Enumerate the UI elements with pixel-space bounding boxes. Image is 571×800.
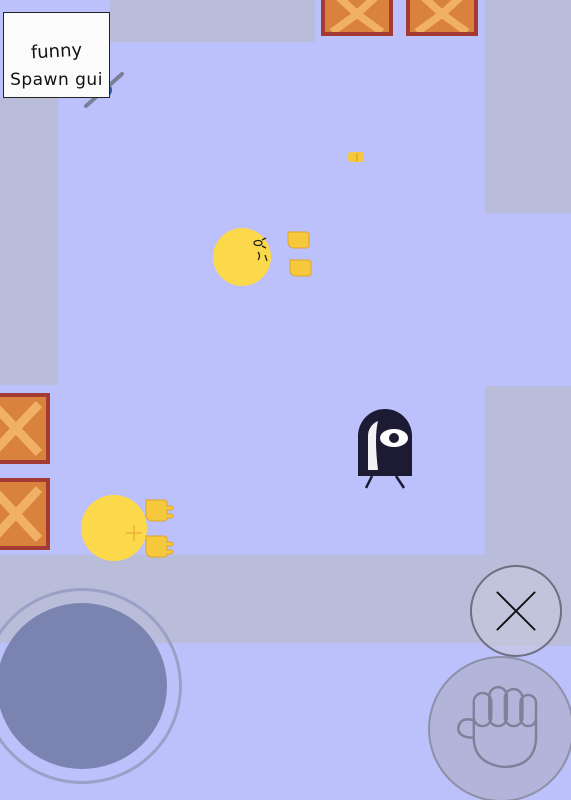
crate <box>321 0 393 36</box>
game-viewport: funny Spawn gui <box>0 0 571 800</box>
crate <box>406 0 478 36</box>
npc-hand <box>287 231 312 277</box>
ghost-enemy <box>358 409 412 489</box>
player-hand <box>145 499 174 558</box>
npc-character <box>213 228 312 286</box>
wall-left-upper <box>0 98 58 385</box>
spawn-gui-line2: Spawn gui <box>10 70 103 90</box>
wall-right-upper <box>485 0 571 213</box>
small-item <box>348 152 364 162</box>
player-character <box>81 495 174 561</box>
spawn-gui-line1: funny <box>30 39 83 64</box>
x-icon <box>496 591 536 631</box>
grab-button[interactable] <box>428 656 571 800</box>
crate <box>0 478 50 550</box>
joystick-knob[interactable] <box>0 603 167 769</box>
close-button[interactable] <box>470 565 562 657</box>
crate <box>0 393 50 464</box>
wall-top <box>110 0 315 42</box>
spawn-gui-button[interactable]: funny Spawn gui <box>3 12 110 98</box>
fist-icon <box>456 685 538 769</box>
